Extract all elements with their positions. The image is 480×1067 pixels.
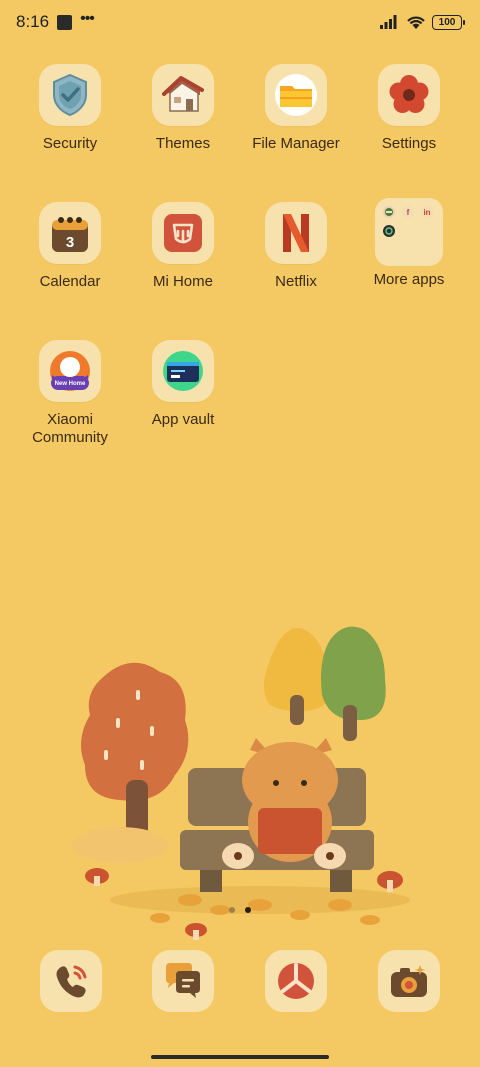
app-vault-tile[interactable] [152,340,214,402]
camera-icon [391,965,427,997]
signal-icon [380,15,397,29]
shield-check-icon [53,73,87,117]
netflix-tile[interactable] [265,202,327,264]
folder-tile[interactable]: f in [375,198,443,266]
netflix-icon [283,214,309,252]
app-file-manager[interactable]: File Manager [240,64,352,153]
folder-more-apps[interactable]: f in More apps [353,198,465,289]
settings-tile[interactable] [378,64,440,126]
app-label: Settings [381,135,437,152]
app-calendar[interactable]: 3 Calendar [14,202,126,291]
phone-icon [56,965,87,998]
house-icon [162,76,204,112]
messages-icon [166,963,200,998]
app-vault-icon [163,351,203,391]
page-indicator [0,907,480,913]
calendar-tile[interactable]: 3 [39,202,101,264]
more-notifications-icon: ••• [80,10,95,27]
file-manager-tile[interactable] [265,64,327,126]
facebook-mini-icon: f [402,206,414,218]
themes-tile[interactable] [152,64,214,126]
xiaomi-community-icon: New Home [50,351,90,391]
notification-icon [57,14,73,30]
calendar-day: 3 [66,234,74,251]
mi-home-tile[interactable] [152,202,214,264]
status-right: 100 [380,14,465,30]
app-label: Themes [155,135,211,152]
app-netflix[interactable]: Netflix [240,202,352,291]
app-mi-home[interactable]: Mi Home [127,202,239,291]
wifi-icon [407,16,425,29]
yellow-tree [264,628,331,725]
app-security[interactable]: Security [14,64,126,153]
app-label: File Manager [252,135,340,152]
app-label: Mi Home [152,273,213,290]
battery-level: 100 [438,16,456,28]
calendar-icon: 3 [52,217,88,252]
app-settings[interactable]: Settings [353,64,465,153]
battery-icon: 100 [432,14,465,30]
app-label-line2: Community [32,429,108,446]
app-label: Calendar [39,273,101,290]
flower-gear-icon [389,75,429,113]
status-left: 8:16 ••• [16,10,95,32]
mini-app-icon [383,225,395,237]
browser-icon [278,963,314,999]
orange-tree [72,662,189,863]
folder-icon [275,74,317,116]
page-dot[interactable] [229,907,235,913]
dock-browser[interactable] [265,950,327,1012]
app-themes[interactable]: Themes [127,64,239,153]
page-dot-active[interactable] [245,907,251,913]
xiaomi-community-tile[interactable]: New Home [39,340,101,402]
app-label-line1: Xiaomi [47,411,93,428]
status-bar: 8:16 ••• 100 [0,0,480,44]
community-badge: New Home [55,381,86,387]
wallpaper-illustration [72,626,410,940]
app-app-vault[interactable]: App vault [127,340,239,429]
app-label: Netflix [275,273,317,290]
app-label: App vault [151,411,215,428]
green-tree [321,626,386,741]
app-xiaomi-community[interactable]: New Home Xiaomi Community [14,340,126,447]
dock-phone[interactable] [40,950,102,1012]
dock-messages[interactable] [152,950,214,1012]
app-label: Security [42,135,98,152]
mi-home-icon [164,214,202,252]
home-indicator-bar[interactable] [151,1055,329,1059]
security-tile[interactable] [39,64,101,126]
mini-app-icon [383,206,395,218]
app-label: Xiaomi Community [14,411,126,447]
clock: 8:16 [16,12,50,31]
app-label: More apps [373,271,445,288]
dock-camera[interactable] [378,950,440,1012]
linkedin-mini-icon: in [421,206,433,218]
